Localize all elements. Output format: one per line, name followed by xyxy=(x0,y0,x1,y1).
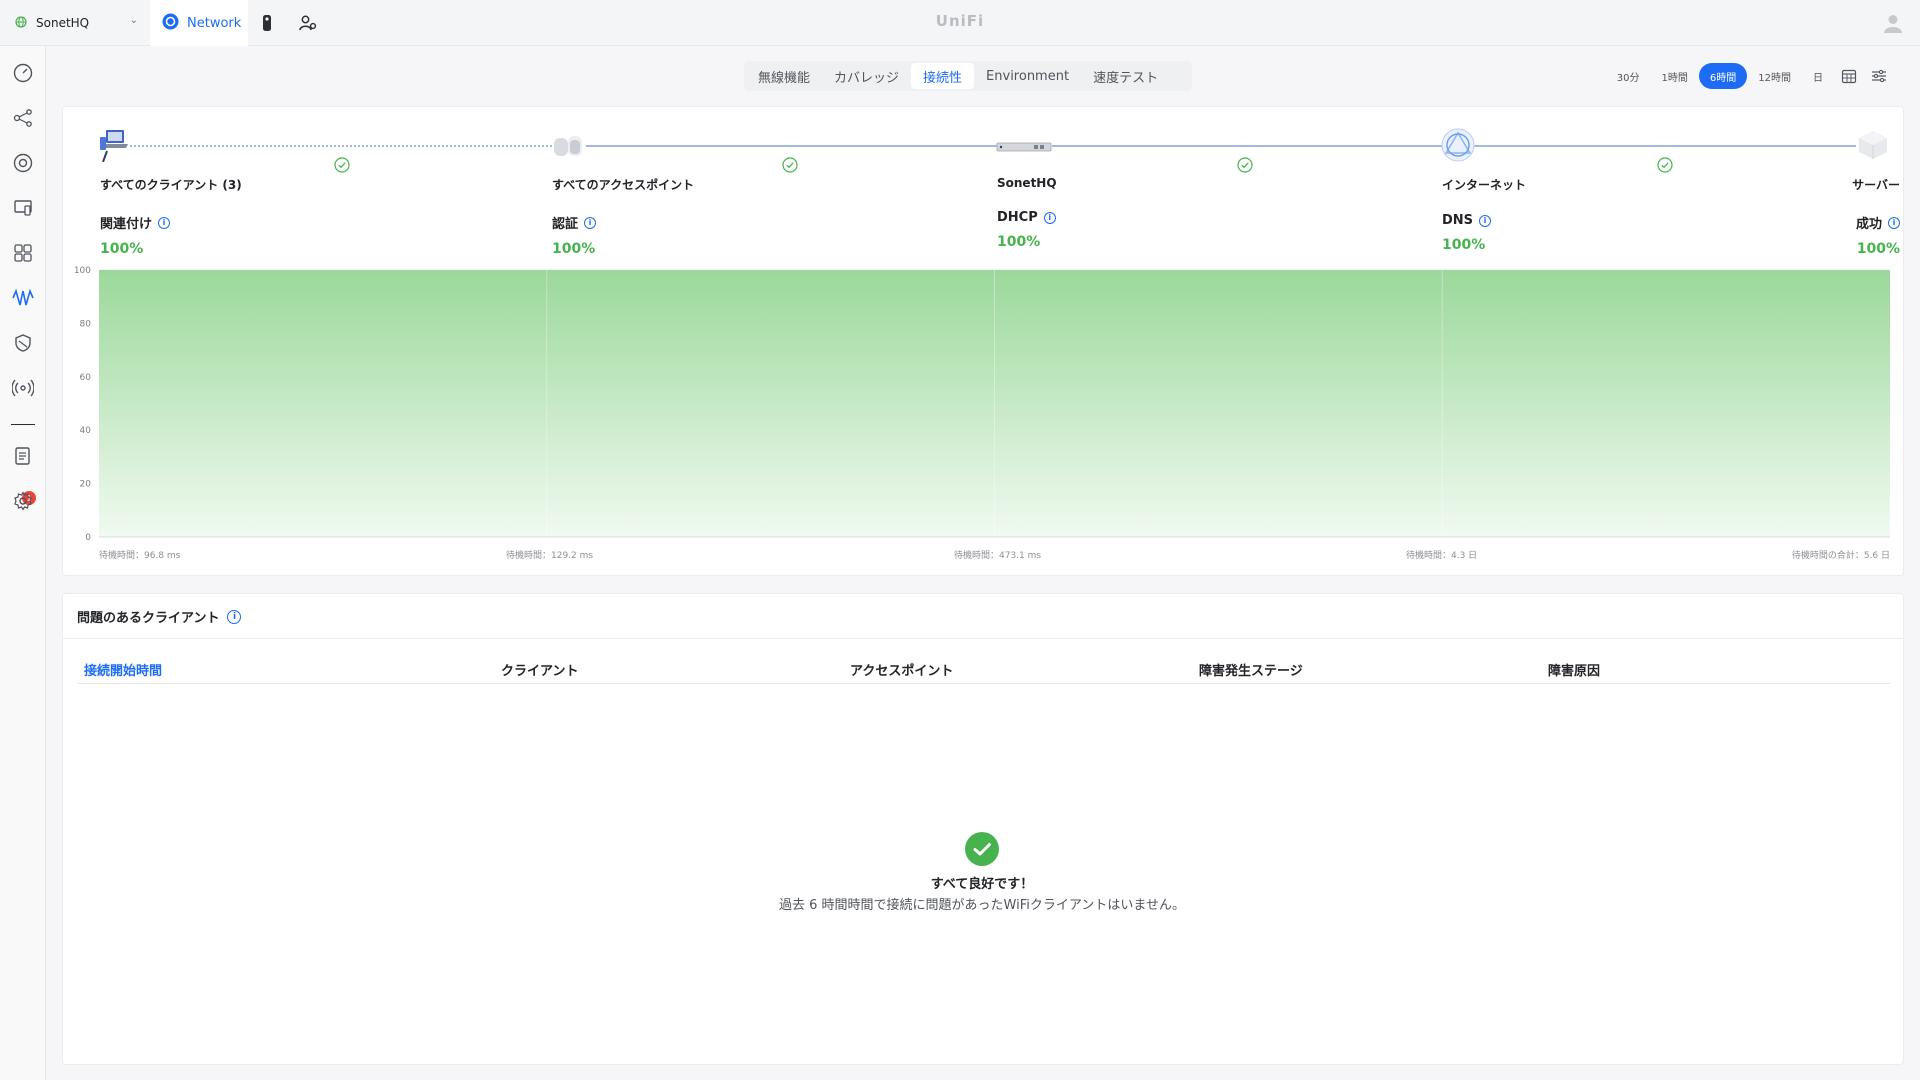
latency-label: 待機時間：4.3 日 xyxy=(1406,551,1478,561)
stage-metric: DNS i xyxy=(1442,213,1526,228)
latency-label: 待機時間：473.1 ms xyxy=(954,551,1042,561)
chart-y-tick-label: 40 xyxy=(80,426,92,436)
stage-metric: 関連付け i xyxy=(100,213,242,232)
info-icon[interactable]: i xyxy=(227,609,242,624)
stage-metric-label: 関連付け xyxy=(100,217,153,232)
stage-metric: DHCP i xyxy=(997,210,1057,225)
stage-value: 100% xyxy=(1856,241,1900,257)
stage-value: 100% xyxy=(552,241,596,257)
gateway-node-icon[interactable] xyxy=(996,141,1052,157)
sidebar: 1 xyxy=(0,46,46,1080)
chart-y-tick-label: 60 xyxy=(80,373,92,383)
column-header-failure-stage[interactable]: 障害発生ステージ xyxy=(1199,660,1303,679)
info-icon[interactable]: i xyxy=(584,216,597,229)
connectivity-chart: 100 80 60 40 20 0 xyxy=(74,266,1890,543)
column-header-start-time[interactable]: 接続開始時間 xyxy=(84,660,162,679)
stage-name: インターネット xyxy=(1442,178,1527,192)
stage-metric-label: 認証 xyxy=(552,217,579,232)
stage-metric-label: 成功 xyxy=(1855,217,1882,232)
chart-y-tick-label: 80 xyxy=(80,319,92,329)
access-points-node-icon[interactable] xyxy=(552,132,586,164)
problem-clients-card xyxy=(62,593,1904,1065)
notifications-icon[interactable] xyxy=(11,444,35,468)
info-icon[interactable]: i xyxy=(1043,211,1056,224)
column-header-client[interactable]: クライアント xyxy=(501,660,578,679)
chart-y-tick-label: 100 xyxy=(74,266,91,276)
ports-icon[interactable] xyxy=(11,241,35,265)
stage-metric: 認証 i xyxy=(552,213,694,232)
stage-internet: インターネット DNS i 100% xyxy=(1442,176,1526,253)
stage-clients: すべてのクライアント (3) 関連付け i 100% xyxy=(100,176,242,257)
latency-label: 待機時間：129.2 ms xyxy=(506,551,594,561)
chart-y-tick-label: 0 xyxy=(85,533,91,543)
radio-broadcast-icon[interactable] xyxy=(11,376,35,400)
success-check-icon xyxy=(965,832,999,866)
stage-access-points: すべてのアクセスポイント 認証 i 100% xyxy=(552,176,694,257)
clients-node-icon[interactable] xyxy=(98,128,132,166)
stage-metric-label: DHCP xyxy=(997,210,1038,225)
latency-label: 待機時間：96.8 ms xyxy=(99,551,181,561)
panel-title-text: 問題のあるクライアント xyxy=(77,611,220,626)
latency-label: 待機時間の合計：5.6 日 xyxy=(1791,551,1890,561)
check-circle-icon xyxy=(1657,157,1673,173)
empty-state-description: 過去 6 時間時間で接続に問題があったWiFiクライアントはいません。 xyxy=(779,898,1185,913)
info-icon[interactable]: i xyxy=(158,216,171,229)
settings-gear-icon[interactable] xyxy=(11,489,35,513)
stage-server: サーバー 成功 i 100% xyxy=(1852,176,1900,257)
stage-metric-label: DNS xyxy=(1442,213,1474,228)
chart-y-tick-label: 20 xyxy=(80,480,92,490)
panel-title: 問題のあるクライアント i xyxy=(77,607,242,626)
column-header-failure-reason[interactable]: 障害原因 xyxy=(1548,660,1600,679)
security-shield-icon[interactable] xyxy=(11,331,35,355)
stage-name: サーバー xyxy=(1852,178,1900,192)
stage-name: すべてのクライアント (3) xyxy=(100,178,242,192)
sidebar-divider xyxy=(11,424,35,425)
stage-value: 100% xyxy=(1442,237,1486,253)
server-node-icon[interactable] xyxy=(1856,128,1890,166)
stage-metric: 成功 i xyxy=(1852,213,1900,232)
internet-node-icon[interactable] xyxy=(1440,127,1476,167)
connectivity-flow-lines xyxy=(130,145,1856,147)
info-icon[interactable]: i xyxy=(1479,214,1492,227)
check-circle-icon xyxy=(334,157,350,173)
check-circle-icon xyxy=(782,157,798,173)
stage-name: SonetHQ xyxy=(997,176,1057,190)
insights-icon[interactable] xyxy=(11,286,35,310)
stage-value: 100% xyxy=(997,234,1041,250)
column-header-access-point[interactable]: アクセスポイント xyxy=(850,660,953,679)
chart-y-ticks: 100 80 60 40 20 0 xyxy=(74,266,91,543)
table-header-divider xyxy=(78,683,1890,684)
info-icon[interactable]: i xyxy=(1888,216,1900,229)
divider xyxy=(62,638,1904,639)
stage-gateway: SonetHQ DHCP i 100% xyxy=(997,176,1057,250)
empty-state-title: すべて良好です！ xyxy=(930,877,1034,892)
stage-value: 100% xyxy=(100,241,144,257)
check-circle-icon xyxy=(1237,157,1253,173)
stage-name: すべてのアクセスポイント xyxy=(552,178,695,192)
